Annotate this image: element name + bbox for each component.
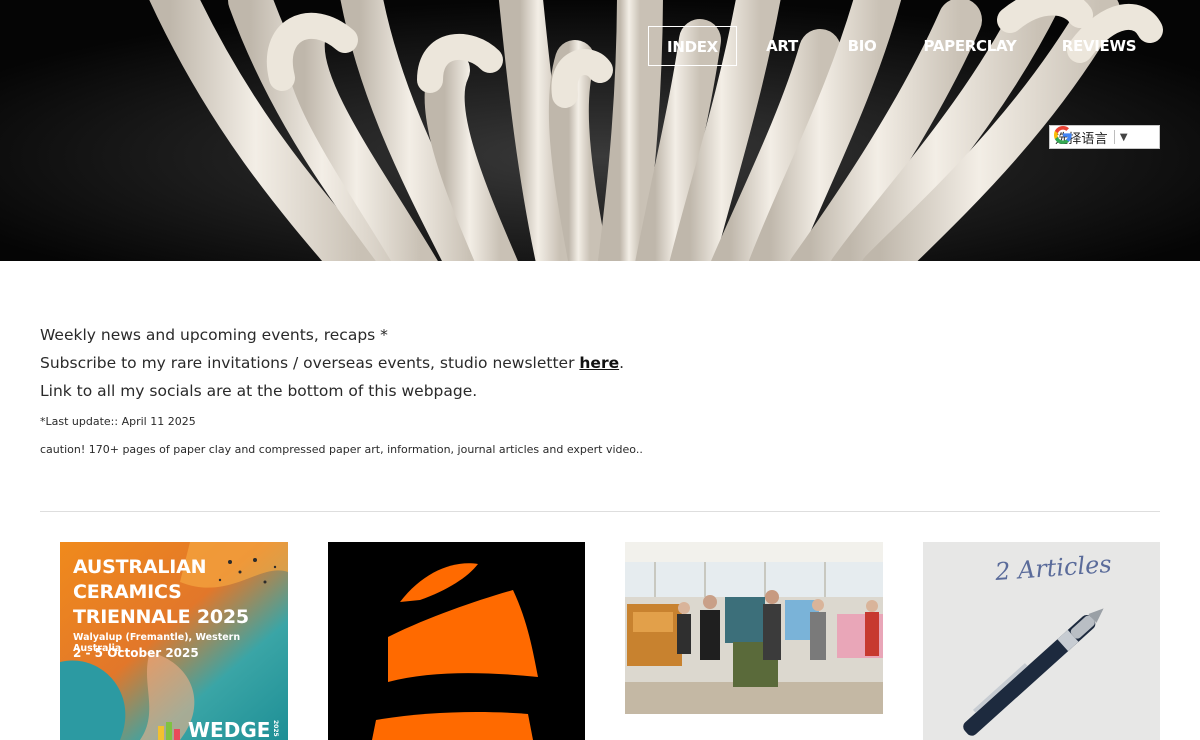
intro-section: Weekly news and upcoming events, recaps … [40, 321, 1160, 457]
nav-item-paperclay[interactable]: PAPERCLAY [897, 26, 1043, 66]
triennale-title-line1: AUSTRALIAN [73, 556, 207, 578]
nav-item-art[interactable]: ART [737, 26, 827, 66]
nav-item-reviews[interactable]: REVIEWS [1043, 26, 1155, 66]
subscribe-suffix: . [619, 354, 625, 372]
orange-s-shape-art [328, 542, 585, 740]
section-divider [40, 511, 1160, 512]
thumbnail-articles-pen[interactable]: 2 Articles [923, 542, 1160, 740]
nav-item-index[interactable]: INDEX [648, 26, 737, 66]
triennale-title-line2: CERAMICS [73, 581, 182, 603]
thumbnail-orange-abstract[interactable] [328, 542, 585, 740]
caution-text: caution! 170+ pages of paper clay and co… [40, 443, 643, 456]
intro-socials-line: Link to all my socials are at the bottom… [40, 382, 478, 400]
google-g-icon [1054, 126, 1072, 144]
intro-subscribe-line: Subscribe to my rare invitations / overs… [40, 349, 1160, 377]
intro-news-line: Weekly news and upcoming events, recaps … [40, 326, 388, 344]
thumbnail-ceramics-triennale[interactable]: AUSTRALIAN CERAMICS TRIENNALE 2025 Walya… [60, 542, 288, 740]
language-select-divider [1113, 130, 1115, 144]
wedge-logo-icon [158, 722, 180, 740]
nav-item-bio[interactable]: BIO [827, 26, 897, 66]
last-update-text: *Last update:: April 11 2025 [40, 415, 196, 428]
studio-class-photo [625, 542, 883, 714]
newsletter-link[interactable]: here [579, 354, 619, 372]
triennale-title-line3: TRIENNALE 2025 [73, 606, 249, 628]
language-select[interactable]: 选择语言 ▼ [1049, 125, 1160, 149]
main-nav: INDEX ART BIO PAPERCLAY REVIEWS [648, 25, 1155, 67]
thumbnail-studio-class-photo[interactable] [625, 542, 883, 714]
wedge-logo-year: 2025 [272, 720, 279, 737]
hero-banner: INDEX ART BIO PAPERCLAY REVIEWS 选择语言 ▼ [0, 0, 1200, 261]
dropdown-arrow-icon: ▼ [1119, 131, 1128, 143]
wedge-logo-text: WEDGE [188, 718, 271, 740]
triennale-dates: 2 - 5 October 2025 [73, 646, 199, 660]
subscribe-text: Subscribe to my rare invitations / overs… [40, 354, 580, 372]
